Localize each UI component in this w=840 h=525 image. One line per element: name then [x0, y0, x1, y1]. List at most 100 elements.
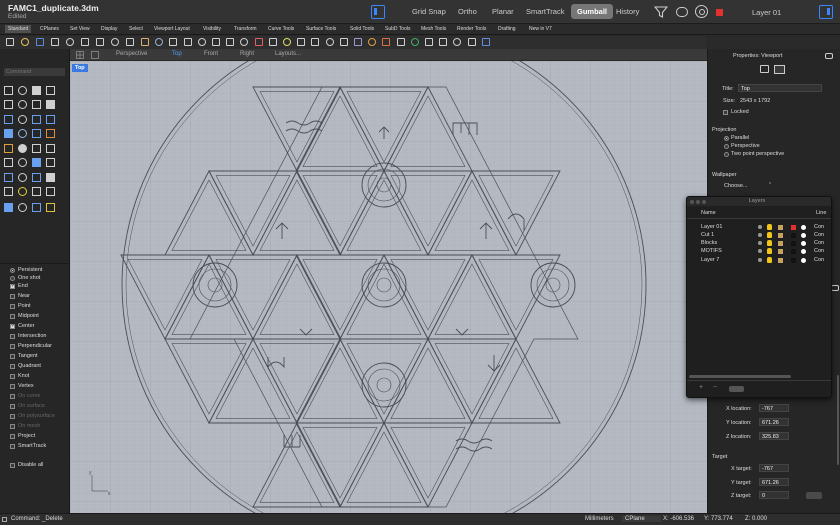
- y-location-field[interactable]: 671.26: [759, 418, 789, 426]
- current-layer-dot[interactable]: [758, 249, 762, 253]
- osnap-quadrant-checkbox[interactable]: [10, 364, 15, 369]
- tab-drafting[interactable]: Drafting: [498, 26, 516, 32]
- command-history[interactable]: Command: _Delete: [11, 516, 63, 522]
- osnap-project-checkbox[interactable]: [10, 434, 15, 439]
- paste-icon[interactable]: [111, 38, 119, 46]
- x-target-field[interactable]: -767: [759, 464, 789, 472]
- group-tool-icon[interactable]: [4, 203, 13, 212]
- arc-tool-icon[interactable]: [18, 100, 27, 109]
- material-icon[interactable]: [801, 233, 806, 238]
- visibility-bulb-icon[interactable]: [767, 257, 772, 263]
- help-icon[interactable]: [481, 38, 490, 46]
- lock-icon[interactable]: [778, 225, 783, 230]
- tab-transform[interactable]: Transform: [234, 26, 257, 32]
- command-history-icon[interactable]: [2, 517, 7, 522]
- move-tool-icon[interactable]: [32, 158, 41, 167]
- lock-icon[interactable]: [778, 249, 783, 254]
- rotate-tool-icon[interactable]: [4, 173, 13, 182]
- viewport-name-label[interactable]: Top: [72, 64, 88, 72]
- light-icon[interactable]: [311, 38, 320, 46]
- gear-icon[interactable]: [825, 53, 833, 59]
- zoom-extents-icon[interactable]: [183, 38, 192, 46]
- ortho-toggle[interactable]: Ortho: [458, 7, 477, 16]
- offset-tool-icon[interactable]: [46, 115, 55, 124]
- loft-tool-icon[interactable]: [46, 129, 55, 138]
- lock-icon[interactable]: [778, 233, 783, 238]
- osnap-on-surface-checkbox[interactable]: [10, 404, 15, 409]
- tab-visibility[interactable]: Visibility: [203, 26, 221, 32]
- rendered-icon[interactable]: [467, 38, 476, 46]
- tab-render-tools[interactable]: Render Tools: [457, 26, 486, 32]
- viewport-grid-icon[interactable]: [76, 51, 84, 59]
- tab-cplanes[interactable]: CPlanes: [40, 26, 59, 32]
- osnap-near-checkbox[interactable]: [10, 294, 15, 299]
- lock-icon[interactable]: [778, 241, 783, 246]
- circle-tool-icon[interactable]: [4, 100, 13, 109]
- layer-color-swatch[interactable]: [791, 225, 796, 230]
- scale-tool-icon[interactable]: [18, 173, 27, 182]
- layers-line-header[interactable]: Line: [816, 210, 826, 216]
- tab-surface-tools[interactable]: Surface Tools: [306, 26, 336, 32]
- osnap-smarttrack-checkbox[interactable]: [10, 444, 15, 449]
- layers-name-header[interactable]: Name: [701, 210, 716, 216]
- explode-tool-icon[interactable]: [18, 144, 27, 153]
- y-target-field[interactable]: 671.26: [759, 478, 789, 486]
- layer-row[interactable]: Layer 7 Con: [687, 257, 831, 265]
- copy-icon[interactable]: [96, 38, 104, 46]
- tab-mesh-tools[interactable]: Mesh Tools: [421, 26, 446, 32]
- polygon-tool-icon[interactable]: [4, 115, 13, 124]
- join-tool-icon[interactable]: [32, 144, 41, 153]
- bend-tool-icon[interactable]: [46, 203, 55, 212]
- trim-tool-icon[interactable]: [46, 144, 55, 153]
- curve-tool-icon[interactable]: [46, 86, 55, 95]
- tab-layouts[interactable]: Layouts...: [275, 51, 301, 57]
- material-icon[interactable]: [801, 258, 806, 263]
- snapshot-icon[interactable]: [325, 38, 334, 46]
- flow-tool-icon[interactable]: [18, 203, 27, 212]
- projection-parallel-radio[interactable]: [724, 136, 729, 141]
- command-input[interactable]: [4, 68, 65, 76]
- osnap-end-checkbox[interactable]: [10, 283, 15, 289]
- mesh-icon[interactable]: [354, 38, 362, 46]
- add-layer-icon[interactable]: +: [699, 384, 703, 391]
- current-layer-name[interactable]: Layer 01: [752, 8, 781, 17]
- undo-icon[interactable]: [126, 38, 134, 46]
- four-viewports-icon[interactable]: [212, 38, 220, 46]
- layer-color-swatch[interactable]: [791, 258, 796, 263]
- osnap-on-polysurface-checkbox[interactable]: [10, 414, 15, 419]
- cplane-select[interactable]: CPlane: [622, 516, 661, 522]
- polyline-tool-icon[interactable]: [32, 86, 41, 95]
- layer-icon[interactable]: [240, 38, 249, 46]
- tab-display[interactable]: Display: [101, 26, 117, 32]
- osnap-knot-checkbox[interactable]: [10, 374, 15, 379]
- current-layer-color[interactable]: [716, 9, 723, 16]
- remove-layer-icon[interactable]: −: [713, 384, 717, 391]
- boolean-icon[interactable]: [368, 38, 377, 46]
- viewport-single-icon[interactable]: [91, 51, 99, 59]
- cut-icon[interactable]: [81, 38, 89, 46]
- rectangle-tool-icon[interactable]: [46, 100, 55, 109]
- sphere-tool-icon[interactable]: [18, 129, 27, 138]
- history-toggle[interactable]: History: [616, 7, 639, 16]
- osnap-point-checkbox[interactable]: [10, 304, 15, 309]
- z-target-field[interactable]: 0: [759, 491, 789, 499]
- free-curve-tool-icon[interactable]: [18, 115, 27, 124]
- osnap-perpendicular-checkbox[interactable]: [10, 344, 15, 349]
- current-layer-dot[interactable]: [758, 241, 762, 245]
- mesh-tool-icon[interactable]: [4, 144, 13, 153]
- dimension-icon[interactable]: [396, 38, 405, 46]
- print-icon[interactable]: [51, 38, 59, 46]
- zoom-window-icon[interactable]: [169, 38, 178, 46]
- osnap-center-checkbox[interactable]: [10, 323, 15, 329]
- smarttrack-toggle[interactable]: SmartTrack: [526, 7, 564, 16]
- zoom-selected-icon[interactable]: [197, 38, 206, 46]
- tab-solid-tools[interactable]: Solid Tools: [350, 26, 374, 32]
- osnap-vertex-checkbox[interactable]: [10, 384, 15, 389]
- tab-top[interactable]: Top: [172, 51, 182, 57]
- planar-toggle[interactable]: Planar: [492, 7, 514, 16]
- current-layer-dot[interactable]: [758, 225, 762, 229]
- osnap-persistent-radio[interactable]: [10, 268, 15, 273]
- twist-tool-icon[interactable]: [32, 203, 41, 212]
- visibility-bulb-icon[interactable]: [767, 224, 772, 230]
- material-icon[interactable]: [801, 241, 806, 246]
